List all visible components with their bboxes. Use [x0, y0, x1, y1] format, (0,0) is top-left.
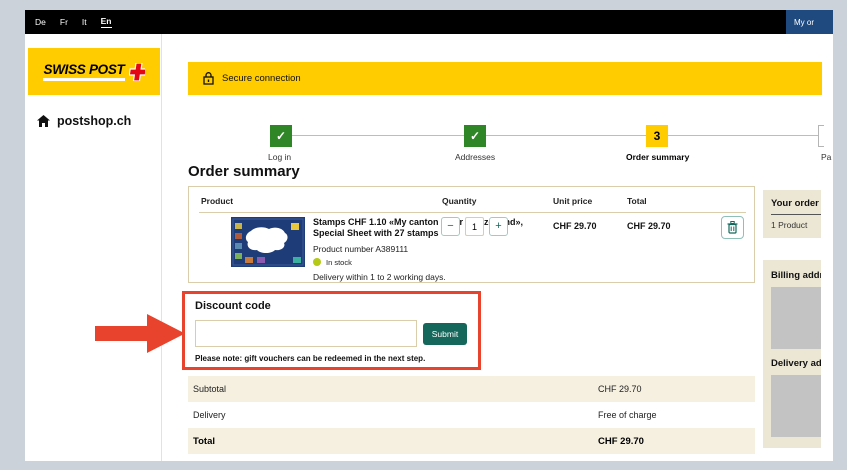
- step-login-check-icon: ✓: [270, 125, 292, 147]
- step-order-summary-label: Order summary: [626, 152, 690, 162]
- trash-icon: [727, 221, 738, 234]
- addresses-panel: Billing addre Delivery add: [763, 260, 821, 448]
- lang-fr[interactable]: Fr: [60, 17, 68, 28]
- step-payment-label: Pa: [821, 152, 832, 162]
- delivery-value: Free of charge: [598, 410, 657, 420]
- screenshot-frame: De Fr It En My or SWISS POST postshop.ch…: [0, 0, 847, 470]
- in-stock-label: In stock: [326, 257, 352, 267]
- col-header-unit-price: Unit price: [553, 196, 593, 206]
- total-label: Total: [193, 435, 215, 447]
- product-image[interactable]: [231, 217, 305, 267]
- your-order-panel: Your order 1 Product: [763, 190, 821, 238]
- steps-connector-line: [281, 135, 820, 136]
- your-order-divider: [771, 214, 821, 215]
- lang-de[interactable]: De: [35, 17, 46, 28]
- home-icon: [37, 115, 50, 127]
- quantity-input[interactable]: [465, 217, 484, 236]
- col-header-quantity: Quantity: [442, 196, 477, 206]
- billing-address-title: Billing addre: [771, 270, 821, 281]
- total-value: CHF 29.70: [598, 435, 644, 447]
- product-info: Stamps CHF 1.10 «My canton – our Switzer…: [313, 217, 548, 282]
- top-bar: De Fr It En My or: [25, 10, 833, 34]
- unit-price-value: CHF 29.70: [553, 221, 597, 231]
- subtotal-label: Subtotal: [193, 384, 227, 394]
- remove-item-button[interactable]: [721, 216, 744, 239]
- your-order-count: 1 Product: [771, 220, 808, 230]
- product-title[interactable]: Stamps CHF 1.10 «My canton – our Switzer…: [313, 217, 548, 240]
- line-total-value: CHF 29.70: [627, 221, 671, 231]
- step-payment-badge-partial: [818, 125, 824, 147]
- delivery-address-placeholder: [771, 375, 821, 437]
- discount-code-section: Discount code Submit Please note: gift v…: [182, 291, 481, 370]
- language-switcher: De Fr It En: [35, 10, 112, 34]
- lock-icon: [203, 72, 214, 85]
- discount-submit-button[interactable]: Submit: [423, 323, 467, 345]
- product-number: Product number A389111: [313, 243, 409, 254]
- home-link[interactable]: postshop.ch: [37, 114, 131, 128]
- discount-note: Please note: gift vouchers can be redeem…: [195, 354, 426, 363]
- step-addresses-check-icon: ✓: [464, 125, 486, 147]
- delivery-address-title: Delivery add: [771, 358, 821, 369]
- billing-address-placeholder: [771, 287, 821, 349]
- lang-it[interactable]: It: [82, 17, 87, 28]
- secure-connection-banner: Secure connection: [188, 62, 822, 95]
- quantity-increase-button[interactable]: +: [489, 217, 508, 236]
- swiss-post-logo[interactable]: SWISS POST: [28, 48, 160, 95]
- delivery-row: Delivery Free of charge: [188, 402, 755, 428]
- delivery-label: Delivery: [193, 410, 226, 420]
- subtotal-value: CHF 29.70: [598, 384, 642, 394]
- home-label: postshop.ch: [57, 114, 132, 128]
- discount-code-heading: Discount code: [195, 300, 271, 312]
- swiss-post-logo-text: SWISS POST: [43, 62, 125, 81]
- secure-connection-label: Secure connection: [222, 73, 301, 84]
- your-order-title: Your order: [771, 198, 819, 209]
- col-header-total: Total: [627, 196, 647, 206]
- lang-en[interactable]: En: [100, 16, 112, 28]
- step-login-label[interactable]: Log in: [268, 152, 291, 162]
- table-header-divider: [199, 212, 746, 213]
- quantity-stepper: − +: [441, 217, 508, 236]
- subtotal-row: Subtotal CHF 29.70: [188, 376, 755, 402]
- col-header-product: Product: [201, 196, 234, 206]
- order-items-table: Product Quantity Unit price Total Stamps…: [188, 186, 755, 283]
- delivery-info: Delivery within 1 to 2 working days.: [313, 271, 446, 282]
- my-account-button[interactable]: My or: [786, 10, 833, 34]
- step-addresses-label[interactable]: Addresses: [455, 152, 495, 162]
- stock-status: In stock: [313, 258, 548, 267]
- step-order-summary-badge: 3: [646, 125, 668, 147]
- total-row: Total CHF 29.70: [188, 428, 755, 454]
- swiss-cross-icon: [128, 62, 145, 81]
- annotation-arrow: [95, 313, 186, 359]
- page-title: Order summary: [188, 163, 300, 180]
- in-stock-dot-icon: [313, 258, 321, 266]
- quantity-decrease-button[interactable]: −: [441, 217, 460, 236]
- order-totals: Subtotal CHF 29.70 Delivery Free of char…: [188, 376, 755, 454]
- page: De Fr It En My or SWISS POST postshop.ch…: [25, 10, 833, 461]
- sidebar-divider: [161, 34, 162, 461]
- discount-code-input[interactable]: [195, 320, 417, 347]
